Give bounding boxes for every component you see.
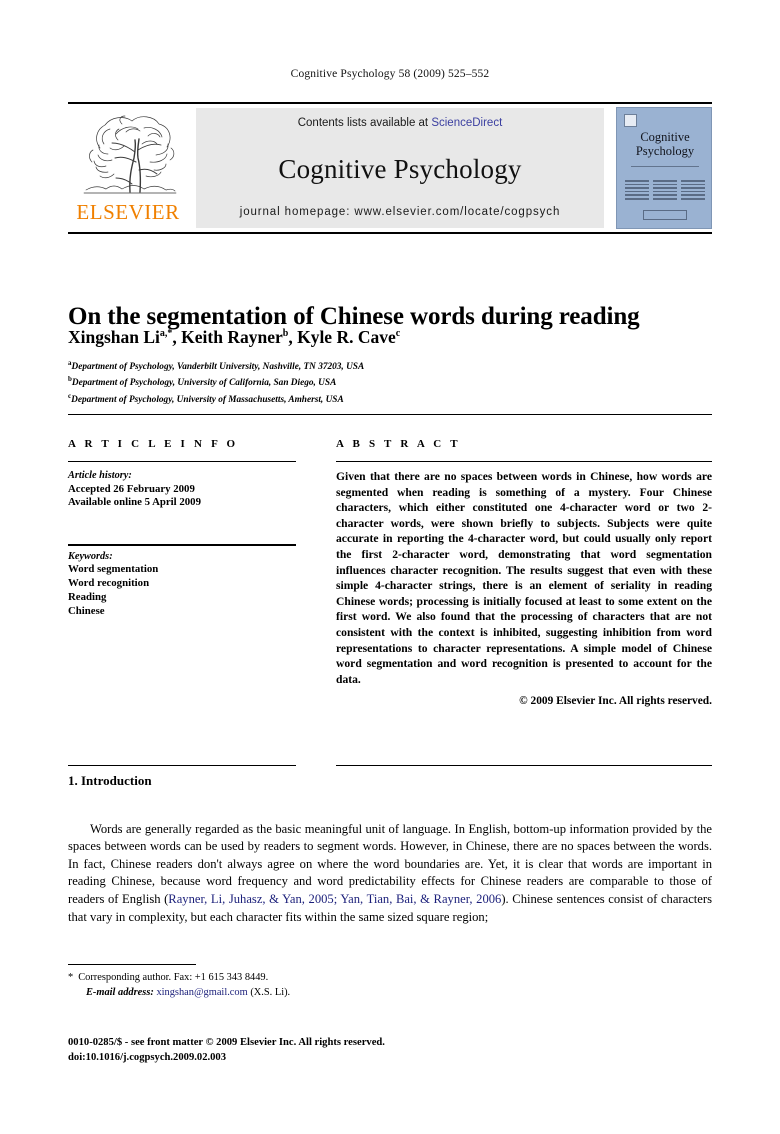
affiliation-item: bDepartment of Psychology, University of… xyxy=(68,373,728,389)
article-history-item: Available online 5 April 2009 xyxy=(68,496,201,508)
footnote-block: * Corresponding author. Fax: +1 615 343 8… xyxy=(68,971,568,1000)
journal-title: Cognitive Psychology xyxy=(278,154,522,184)
journal-cover-thumbnail[interactable]: Cognitive Psychology xyxy=(616,107,712,229)
article-info-bottom-rule xyxy=(68,765,296,766)
elsevier-logo-block: ELSEVIER xyxy=(68,106,188,230)
corresponding-author-text: Corresponding author. Fax: +1 615 343 84… xyxy=(78,972,269,983)
cover-divider xyxy=(631,166,699,167)
affiliation-text: Department of Psychology, Vanderbilt Uni… xyxy=(71,362,365,373)
cover-contents-columns xyxy=(625,180,705,202)
author-name: Kyle R. Cave xyxy=(297,327,396,347)
cover-column xyxy=(681,180,705,202)
abstract-copyright: © 2009 Elsevier Inc. All rights reserved… xyxy=(519,695,712,708)
header-divider xyxy=(68,414,712,415)
affiliation-item: aDepartment of Psychology, Vanderbilt Un… xyxy=(68,357,728,373)
affiliation-text: Department of Psychology, University of … xyxy=(71,394,344,405)
footnote-divider xyxy=(68,964,196,965)
keywords-top-rule xyxy=(68,543,296,546)
author-name: Keith Rayner xyxy=(181,327,283,347)
issn-line: 0010-0285/$ - see front matter © 2009 El… xyxy=(68,1037,385,1048)
sciencedirect-link[interactable]: ScienceDirect xyxy=(431,117,502,129)
article-history-item: Accepted 26 February 2009 xyxy=(68,482,195,495)
footnote-asterisk-marker: * xyxy=(68,972,74,983)
article-info-heading: A R T I C L E I N F O xyxy=(68,438,239,450)
cover-publisher-box xyxy=(643,210,687,220)
author-affil-mark: c xyxy=(395,328,401,340)
cover-title: Cognitive Psychology xyxy=(617,130,711,158)
citation-link[interactable]: Rayner, Li, Juhasz, & Yan, 2005; Yan, Ti… xyxy=(168,892,501,906)
abstract-top-rule xyxy=(336,461,712,462)
keyword-item: Chinese xyxy=(68,604,105,617)
abstract-heading: A B S T R A C T xyxy=(336,438,461,450)
section-number: 1. xyxy=(68,773,78,788)
cover-elsevier-mark-icon xyxy=(624,114,637,127)
journal-homepage-link[interactable]: journal homepage: www.elsevier.com/locat… xyxy=(196,206,604,218)
contents-prefix-text: Contents lists available at xyxy=(297,117,432,129)
section-heading-introduction: 1. Introduction xyxy=(68,773,152,789)
author-separator: , xyxy=(172,327,182,347)
author-list: Xingshan Lia,*, Keith Raynerb, Kyle R. C… xyxy=(68,327,728,348)
abstract-text: Given that there are no spaces between w… xyxy=(336,470,712,686)
email-note: E-mail address: xingshan@gmail.com (X.S.… xyxy=(68,986,568,1001)
cover-title-line2: Psychology xyxy=(635,144,695,158)
corresponding-author-note: * Corresponding author. Fax: +1 615 343 8… xyxy=(68,971,568,986)
paper-page: Cognitive Psychology 58 (2009) 525–552 E… xyxy=(0,0,780,1134)
article-info-top-rule xyxy=(68,461,296,462)
article-info-column: A R T I C L E I N F O Article history: A… xyxy=(68,438,296,618)
keywords-label: Keywords: xyxy=(68,550,113,562)
cover-column xyxy=(653,180,677,202)
abstract-column: A B S T R A C T Given that there are no … xyxy=(336,438,712,707)
email-label: E-mail address: xyxy=(86,986,154,998)
doi-line: doi:10.1016/j.cogpsych.2009.02.003 xyxy=(68,1051,227,1063)
contents-available-line: Contents lists available at ScienceDirec… xyxy=(196,117,604,129)
abstract-bottom-rule xyxy=(336,765,712,766)
author-name: Xingshan Li xyxy=(68,327,160,347)
elsevier-tree-logo-icon xyxy=(83,115,177,194)
cover-column xyxy=(625,180,649,202)
affiliation-text: Department of Psychology, University of … xyxy=(71,378,337,389)
article-history-label: Article history: xyxy=(68,470,132,481)
elsevier-wordmark: ELSEVIER xyxy=(76,200,180,224)
email-link[interactable]: xingshan@gmail.com xyxy=(156,987,247,998)
section-title: Introduction xyxy=(81,773,152,788)
affiliation-item: cDepartment of Psychology, University of… xyxy=(68,390,728,406)
keyword-item: Reading xyxy=(68,590,107,603)
journal-banner-panel: Contents lists available at ScienceDirec… xyxy=(196,108,604,228)
cover-title-line1: Cognitive xyxy=(640,130,690,144)
running-head: Cognitive Psychology 58 (2009) 525–552 xyxy=(290,68,490,80)
author-separator: , xyxy=(288,327,298,347)
keyword-item: Word segmentation xyxy=(68,563,159,576)
journal-masthead: ELSEVIER Contents lists available at Sci… xyxy=(68,102,712,234)
author-affil-mark: a,* xyxy=(159,328,173,340)
email-owner: (X.S. Li). xyxy=(250,986,291,998)
issn-copyright-block: 0010-0285/$ - see front matter © 2009 El… xyxy=(68,1036,628,1065)
affiliation-list: aDepartment of Psychology, Vanderbilt Un… xyxy=(68,357,728,406)
keyword-item: Word recognition xyxy=(68,577,150,590)
body-paragraph: Words are generally regarded as the basi… xyxy=(68,821,712,927)
